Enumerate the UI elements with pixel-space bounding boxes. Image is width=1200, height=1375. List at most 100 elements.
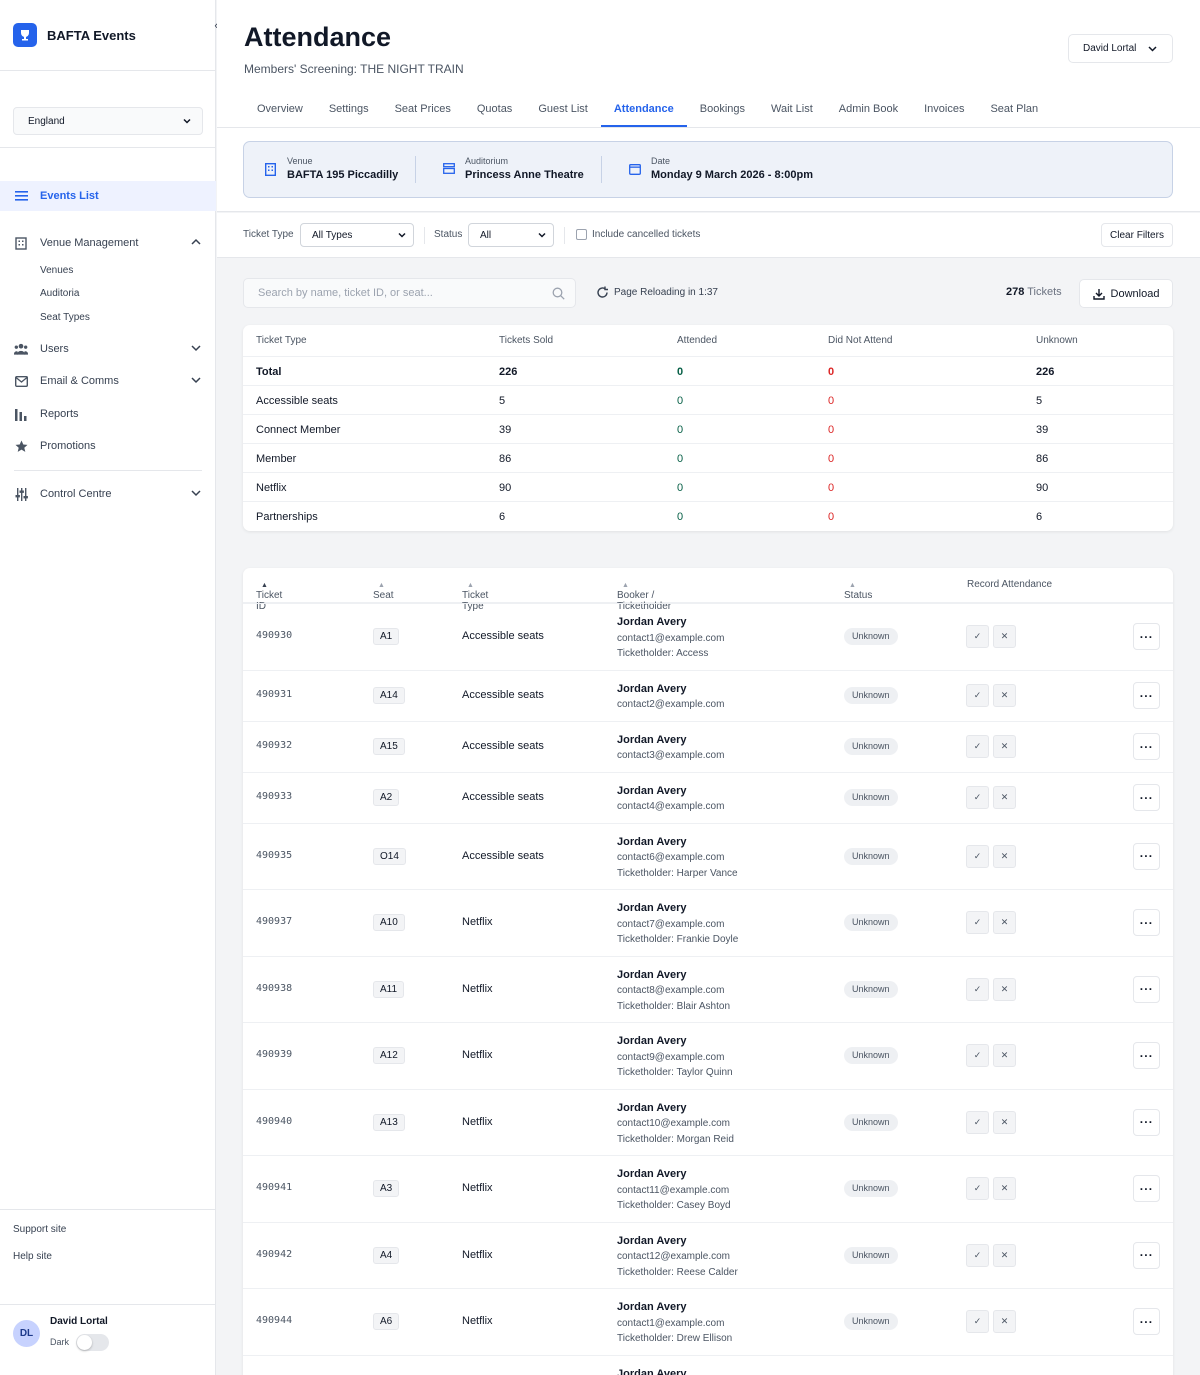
region-select[interactable]: England [13,107,203,135]
more-actions-button[interactable]: ··· [1133,909,1160,937]
tab-attendance[interactable]: Attendance [600,93,687,127]
tab-invoices[interactable]: Invoices [911,93,977,127]
mark-absent-button[interactable]: ✕ [993,1310,1016,1334]
sort-ticket-id[interactable]: Ticket ID ▲ [256,579,282,612]
nav-venue-management[interactable]: Venue Management [0,228,216,258]
more-actions-button[interactable]: ··· [1133,1175,1160,1203]
ticket-id: 490938 [256,982,293,994]
more-actions-button[interactable]: ··· [1133,682,1160,709]
dark-mode-label: Dark [50,1337,70,1347]
status-select[interactable]: All [468,223,554,247]
ticket-type: Accessible seats [462,689,544,701]
booker-email: contact2@example.com [617,699,725,710]
nav-promotions[interactable]: Promotions [0,431,216,461]
summary-row: Netflix 90 0 0 90 [243,472,1173,501]
help-site-link[interactable]: Help site [13,1251,52,1262]
mark-absent-button[interactable]: ✕ [993,735,1016,758]
status-badge: Unknown [844,914,898,932]
mark-absent-button[interactable]: ✕ [993,786,1016,809]
include-cancelled-label[interactable]: Include cancelled tickets [592,229,700,240]
mark-attended-button[interactable]: ✓ [966,735,989,758]
mark-absent-button[interactable]: ✕ [993,1177,1016,1201]
table-row: 490944 A6 Netflix Jordan Avery contact1@ex… [243,1288,1173,1355]
mark-attended-button[interactable]: ✓ [966,977,989,1001]
user-profile[interactable]: DL [13,1320,40,1347]
sort-booker[interactable]: Booker / Ticketholder ▲ [617,579,671,612]
nav-auditoria[interactable]: Auditoria [40,288,79,299]
status-badge: Unknown [844,1180,898,1198]
tab-guest-list[interactable]: Guest List [525,93,601,127]
booker-email: contact12@example.com [617,1251,730,1262]
nav-control-centre[interactable]: Control Centre [0,479,216,509]
nav-events-list[interactable]: Events List [0,181,216,211]
mark-attended-button[interactable]: ✓ [966,1243,989,1267]
mark-attended-button[interactable]: ✓ [966,1177,989,1201]
ticket-count-number: 278 [1006,286,1025,298]
summary-type: Connect Member [256,424,341,436]
mark-attended-button[interactable]: ✓ [966,786,989,809]
brand[interactable]: BAFTA Events ‹ [0,0,218,71]
more-actions-button[interactable]: ··· [1133,842,1160,870]
chevron-down-icon [191,345,201,352]
search-input[interactable]: Search by name, ticket ID, or seat... [243,278,576,308]
mark-attended-button[interactable]: ✓ [966,684,989,707]
tab-bookings[interactable]: Bookings [687,93,758,127]
include-cancelled-checkbox[interactable] [576,229,587,240]
download-button[interactable]: Download [1079,279,1173,308]
more-actions-button[interactable]: ··· [1133,623,1160,651]
support-site-link[interactable]: Support site [13,1224,66,1235]
mark-absent-button[interactable]: ✕ [993,625,1016,649]
mark-attended-button[interactable]: ✓ [966,911,989,935]
ticket-type: Netflix [462,1248,493,1261]
mark-absent-button[interactable]: ✕ [993,911,1016,935]
mark-attended-button[interactable]: ✓ [966,1110,989,1134]
ticket-id: 490935 [256,849,293,861]
summary-did-not-attend: 0 [828,366,835,378]
ticket-type: Netflix [462,1115,493,1128]
summary-type: Accessible seats [256,395,338,407]
mark-attended-button[interactable]: ✓ [966,625,989,649]
tab-quotas[interactable]: Quotas [464,93,525,127]
tab-wait-list[interactable]: Wait List [758,93,826,127]
tab-settings[interactable]: Settings [316,93,382,127]
nav-seat-types[interactable]: Seat Types [40,312,90,323]
nav-users[interactable]: Users [0,334,216,364]
summary-row: Partnerships 6 0 0 6 [243,501,1173,530]
sort-status[interactable]: Status ▲ [844,579,872,601]
ticket-type-label: Ticket Type [243,229,294,240]
event-info-card: Venue BAFTA 195 Piccadilly Auditorium Prin… [243,141,1173,198]
more-actions-button[interactable]: ··· [1133,1308,1160,1336]
mark-absent-button[interactable]: ✕ [993,1044,1016,1068]
sort-ticket-type[interactable]: Ticket Type ▲ [462,579,488,612]
more-actions-button[interactable]: ··· [1133,1042,1160,1070]
nav-email-comms[interactable]: Email & Comms [0,366,216,396]
more-actions-button[interactable]: ··· [1133,784,1160,811]
refresh-icon [597,286,608,298]
dark-mode-toggle[interactable] [76,1334,109,1351]
more-actions-button[interactable]: ··· [1133,1241,1160,1269]
summary-row: Member 86 0 0 86 [243,443,1173,472]
tab-admin-book[interactable]: Admin Book [826,93,911,127]
mark-attended-button[interactable]: ✓ [966,1044,989,1068]
user-menu-button[interactable]: David Lortal [1068,34,1173,63]
status-badge: Unknown [844,847,898,865]
mark-absent-button[interactable]: ✕ [993,1243,1016,1267]
more-actions-button[interactable]: ··· [1133,733,1160,760]
clear-filters-button[interactable]: Clear Filters [1101,223,1173,247]
tab-seat-prices[interactable]: Seat Prices [382,93,464,127]
chevron-up-icon [191,238,201,245]
nav-venues[interactable]: Venues [40,265,73,276]
mark-absent-button[interactable]: ✕ [993,684,1016,707]
mark-absent-button[interactable]: ✕ [993,977,1016,1001]
mark-attended-button[interactable]: ✓ [966,1310,989,1334]
nav-reports[interactable]: Reports [0,399,216,429]
ticket-type-select[interactable]: All Types [300,223,414,247]
tab-seat-plan[interactable]: Seat Plan [977,93,1051,127]
sort-seat[interactable]: Seat ▲ [373,579,394,601]
mark-absent-button[interactable]: ✕ [993,1110,1016,1134]
mark-attended-button[interactable]: ✓ [966,844,989,868]
mark-absent-button[interactable]: ✕ [993,844,1016,868]
more-actions-button[interactable]: ··· [1133,975,1160,1003]
tab-overview[interactable]: Overview [244,93,316,127]
more-actions-button[interactable]: ··· [1133,1108,1160,1136]
